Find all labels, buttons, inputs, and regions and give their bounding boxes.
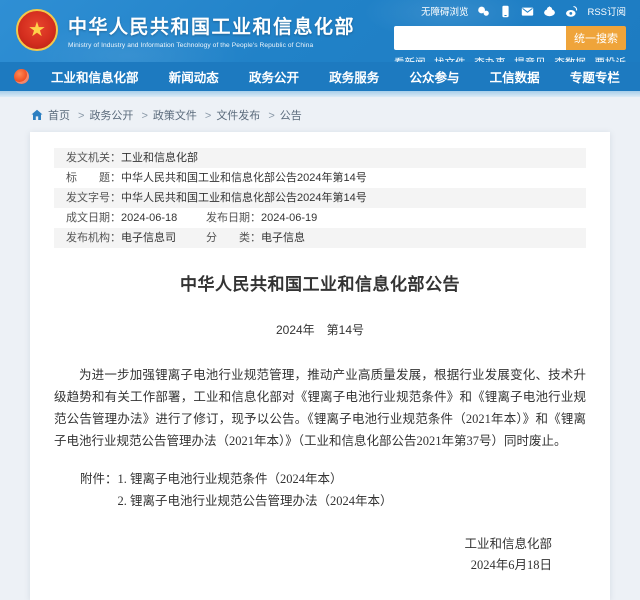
main-nav: 工业和信息化部 新闻动态 政务公开 政务服务 公众参与 工信数据 专题专栏 [0,62,640,91]
meta-row-publisher-category: 发布机构： 电子信息司 分 类： 电子信息 [54,228,586,248]
quick-link-services[interactable]: 查办事 [474,55,506,62]
breadcrumb-home[interactable]: 首页 [48,107,84,123]
meta-row-dates: 成文日期： 2024-06-18 发布日期： 2024-06-19 [54,208,586,228]
search-button[interactable]: 统一搜索 [566,26,626,50]
meta-value: 2024-06-18 [121,212,177,224]
nav-item-special-topics[interactable]: 专题专栏 [570,67,620,86]
national-emblem-logo: ★ [16,9,58,51]
accessibility-link[interactable]: 无障碍浏览 [421,4,469,18]
attachments-label: 附件： [80,468,118,512]
search-input[interactable] [394,26,566,50]
meta-label: 发文机关： [66,152,121,164]
document-card: 发文机关： 工业和信息化部 标 题： 中华人民共和国工业和信息化部公告2024年… [30,132,610,600]
meta-label: 分 类： [206,232,261,244]
breadcrumb-announcement: 公告 [280,107,302,123]
wechat-icon[interactable] [477,5,490,18]
quick-link-complaints[interactable]: 要投诉 [594,55,626,62]
signature-organization: 工业和信息化部 [54,534,552,555]
announcement-issue-number: 2024年 第14号 [54,321,586,338]
meta-row-title: 标 题： 中华人民共和国工业和信息化部公告2024年第14号 [54,168,586,188]
meta-row-document-number: 发文字号： 中华人民共和国工业和信息化部公告2024年第14号 [54,188,586,208]
meta-value: 工业和信息化部 [121,152,198,164]
mail-icon[interactable] [521,5,534,18]
signature-block: 工业和信息化部 2024年6月18日 [54,534,586,576]
meta-label: 标 题： [66,172,121,184]
site-header: ★ 中华人民共和国工业和信息化部 Ministry of Industry an… [0,0,640,62]
nav-item-data[interactable]: 工信数据 [490,67,540,86]
meta-label: 发布机构： [66,232,121,244]
header-right: 无障碍浏览 RSS订阅 统一搜索 看新闻 找文件 查 [394,3,626,62]
nav-item-gov-disclosure[interactable]: 政务公开 [249,67,299,86]
signature-date: 2024年6月18日 [54,555,552,576]
client-app-icon[interactable] [543,5,556,18]
nav-brand-icon[interactable] [14,69,29,84]
emblem-star-icon: ★ [28,20,46,40]
site-brand[interactable]: ★ 中华人民共和国工业和信息化部 Ministry of Industry an… [16,9,355,51]
quick-link-opinions[interactable]: 提意见 [514,55,546,62]
breadcrumb-gov-disclosure[interactable]: 政务公开 [89,107,147,123]
home-icon[interactable] [31,109,43,121]
attachment-link-2[interactable]: 2. 锂离子电池行业规范公告管理办法（2024年本） [118,490,393,512]
nav-items: 工业和信息化部 新闻动态 政务公开 政务服务 公众参与 工信数据 专题专栏 [51,67,626,86]
nav-item-home[interactable]: 工业和信息化部 [51,67,139,86]
quick-links: 看新闻 找文件 查办事 提意见 查数据 要投诉 [394,55,626,62]
announcement-body-paragraph: 为进一步加强锂离子电池行业规范管理，推动产业高质量发展，根据行业发展变化、技术升… [54,364,586,452]
meta-value: 中华人民共和国工业和信息化部公告2024年第14号 [121,192,367,204]
rss-link[interactable]: RSS订阅 [587,4,626,18]
weibo-icon[interactable] [565,5,578,18]
site-subtitle-en: Ministry of Industry and Information Tec… [68,42,355,49]
brand-text: 中华人民共和国工业和信息化部 Ministry of Industry and … [68,12,355,49]
meta-value: 电子信息司 [121,232,176,244]
quick-link-data[interactable]: 查数据 [554,55,586,62]
site-title: 中华人民共和国工业和信息化部 [68,12,355,39]
attachments-section: 附件： 1. 锂离子电池行业规范条件（2024年本） 2. 锂离子电池行业规范公… [54,468,586,512]
meta-value: 电子信息 [261,232,305,244]
breadcrumb-policy-documents[interactable]: 政策文件 [153,107,211,123]
meta-label: 发布日期： [206,212,261,224]
meta-label: 成文日期： [66,212,121,224]
breadcrumb-document-release[interactable]: 文件发布 [216,107,274,123]
quick-link-files[interactable]: 找文件 [434,55,466,62]
utility-bar: 无障碍浏览 RSS订阅 [394,3,626,19]
search-bar: 统一搜索 [394,26,626,50]
mobile-icon[interactable] [499,5,512,18]
nav-item-public-participation[interactable]: 公众参与 [409,67,459,86]
meta-label: 发文字号： [66,192,121,204]
meta-value: 中华人民共和国工业和信息化部公告2024年第14号 [121,172,367,184]
nav-item-news[interactable]: 新闻动态 [169,67,219,86]
meta-row-issuing-agency: 发文机关： 工业和信息化部 [54,148,586,168]
meta-value: 2024-06-19 [261,212,317,224]
attachment-link-1[interactable]: 1. 锂离子电池行业规范条件（2024年本） [118,468,393,490]
breadcrumb: 首页 政务公开 政策文件 文件发布 公告 [0,97,640,132]
quick-link-news[interactable]: 看新闻 [394,55,426,62]
document-meta-table: 发文机关： 工业和信息化部 标 题： 中华人民共和国工业和信息化部公告2024年… [54,148,586,248]
announcement-title: 中华人民共和国工业和信息化部公告 [54,270,586,295]
nav-item-gov-services[interactable]: 政务服务 [329,67,379,86]
